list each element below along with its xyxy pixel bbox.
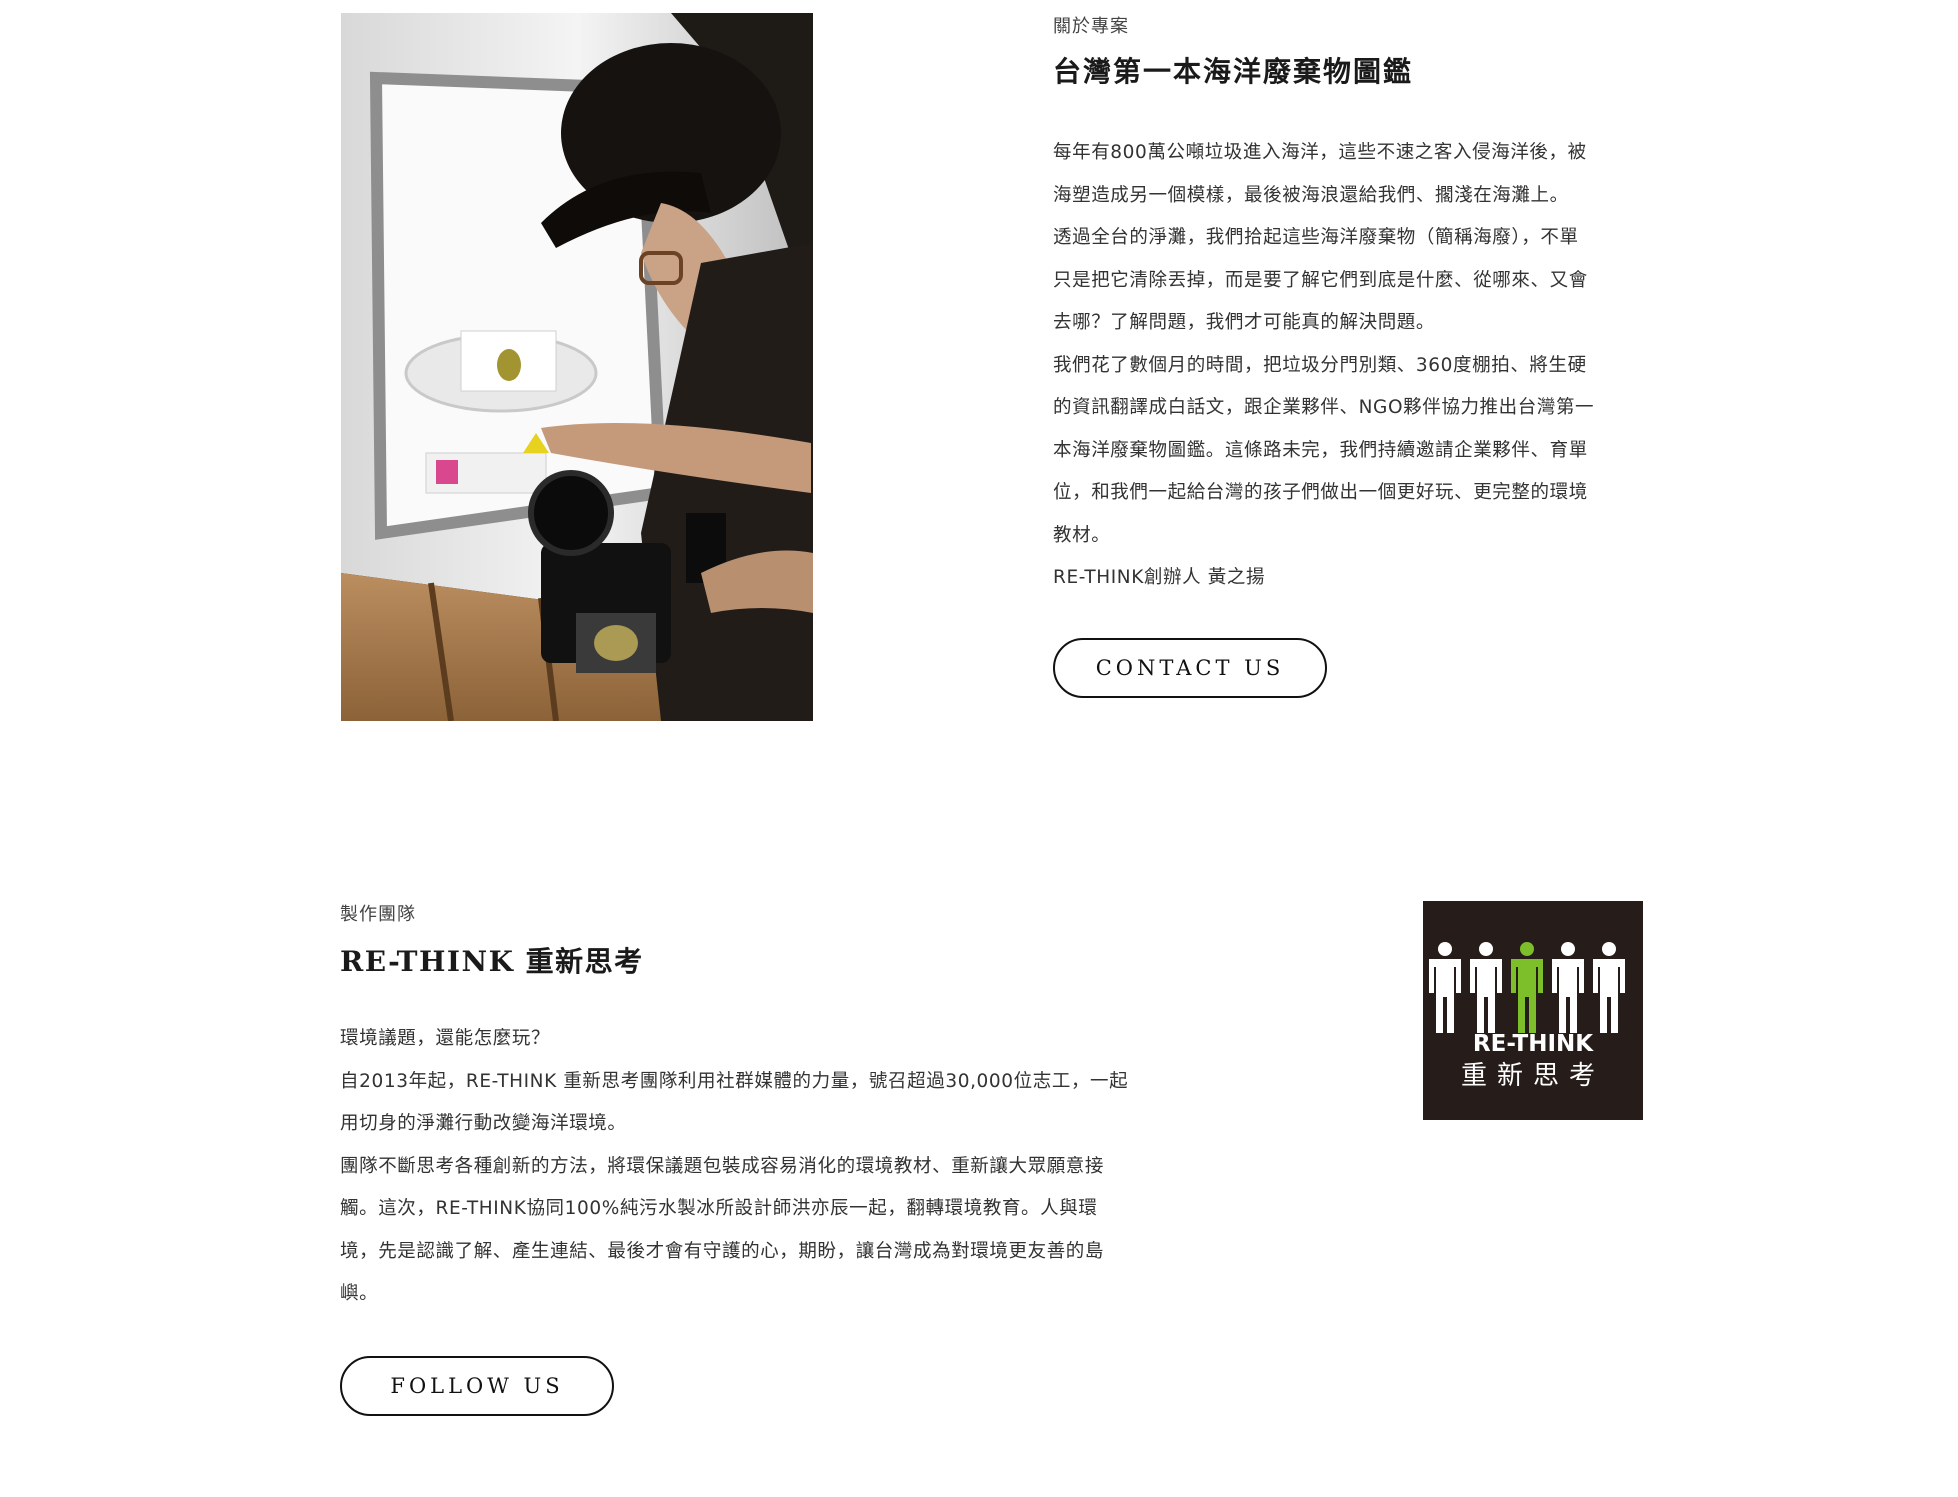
person-figure-icon	[1552, 942, 1584, 1033]
about-line: 透過全台的淨灘，我們拾起這些海洋廢棄物（簡稱海廢），不單	[1053, 227, 1579, 248]
follow-us-button[interactable]: FOLLOW US	[340, 1356, 614, 1416]
person-figure-icon	[1470, 942, 1502, 1033]
team-line: 環境議題，還能怎麼玩？	[340, 1028, 551, 1049]
person-figure-icon	[1429, 942, 1461, 1033]
team-line: 自2013年起，RE-THINK 重新思考團隊利用社群媒體的力量，號召超過30,…	[340, 1070, 1129, 1092]
contact-us-button[interactable]: CONTACT US	[1053, 638, 1327, 698]
about-line: 本海洋廢棄物圖鑑。這條路未完，我們持續邀請企業夥伴、育單	[1053, 439, 1588, 461]
team-eyebrow: 製作團隊	[340, 904, 416, 925]
about-eyebrow: 關於專案	[1053, 16, 1129, 37]
photographer-photo-image	[341, 13, 813, 721]
about-line: 海塑造成另一個模樣，最後被海浪還給我們、擱淺在海灘上。	[1053, 184, 1569, 206]
about-line: 的資訊翻譯成白話文，跟企業夥伴、NGO夥伴協力推出台灣第一	[1053, 397, 1595, 418]
about-project-section: 關於專案 台灣第一本海洋廢棄物圖鑑 每年有800萬公噸垃圾進入海洋，這些不速之客…	[1053, 14, 1653, 600]
person-figure-icon	[1511, 942, 1543, 1033]
team-title: RE-THINK 重新思考	[340, 945, 644, 978]
about-line: 我們花了數個月的時間，把垃圾分門別類、360度棚拍、將生硬	[1053, 354, 1587, 376]
about-line: 位，和我們一起給台灣的孩子們做出一個更好玩、更完整的環境	[1053, 482, 1588, 503]
team-line: 境，先是認識了解、產生連結、最後才會有守護的心，期盼，讓台灣成為對環境更友善的島	[340, 1240, 1105, 1262]
about-line: 去哪？了解問題，我們才可能真的解決問題。	[1053, 312, 1436, 333]
logo-wordmark-zh: 重新思考	[1460, 1061, 1605, 1091]
about-line: 教材。	[1053, 524, 1111, 546]
team-description: 環境議題，還能怎麼玩？ 自2013年起，RE-THINK 重新思考團隊利用社群媒…	[340, 1018, 1180, 1316]
about-title: 台灣第一本海洋廢棄物圖鑑	[1053, 55, 1414, 88]
figure-row	[1429, 942, 1625, 1033]
rethink-logo: RE-THINK 重新思考	[1423, 901, 1643, 1120]
about-line: 只是把它清除丟掉，而是要了解它們到底是什麼、從哪來、又會	[1053, 269, 1588, 291]
team-line: 團隊不斷思考各種創新的方法，將環保議題包裝成容易消化的環境教材、重新讓大眾願意接	[340, 1155, 1105, 1177]
team-line: 嶼。	[340, 1283, 379, 1304]
person-figure-icon	[1593, 942, 1625, 1033]
team-line: 用切身的淨灘行動改變海洋環境。	[340, 1113, 627, 1134]
logo-wordmark-en: RE-THINK	[1472, 1031, 1594, 1057]
about-signature: RE-THINK創辦人 黃之揚	[1053, 567, 1266, 588]
project-photo	[341, 13, 813, 721]
about-description: 每年有800萬公噸垃圾進入海洋，這些不速之客入侵海洋後，被 海塑造成另一個模樣，…	[1053, 132, 1653, 600]
about-line: 每年有800萬公噸垃圾進入海洋，這些不速之客入侵海洋後，被	[1053, 142, 1587, 163]
team-line: 觸。這次，RE-THINK協同100%純污水製冰所設計師洪亦辰一起，翻轉環境教育…	[340, 1198, 1098, 1219]
team-section: 製作團隊 RE-THINK 重新思考 環境議題，還能怎麼玩？ 自2013年起，R…	[340, 902, 1180, 1316]
